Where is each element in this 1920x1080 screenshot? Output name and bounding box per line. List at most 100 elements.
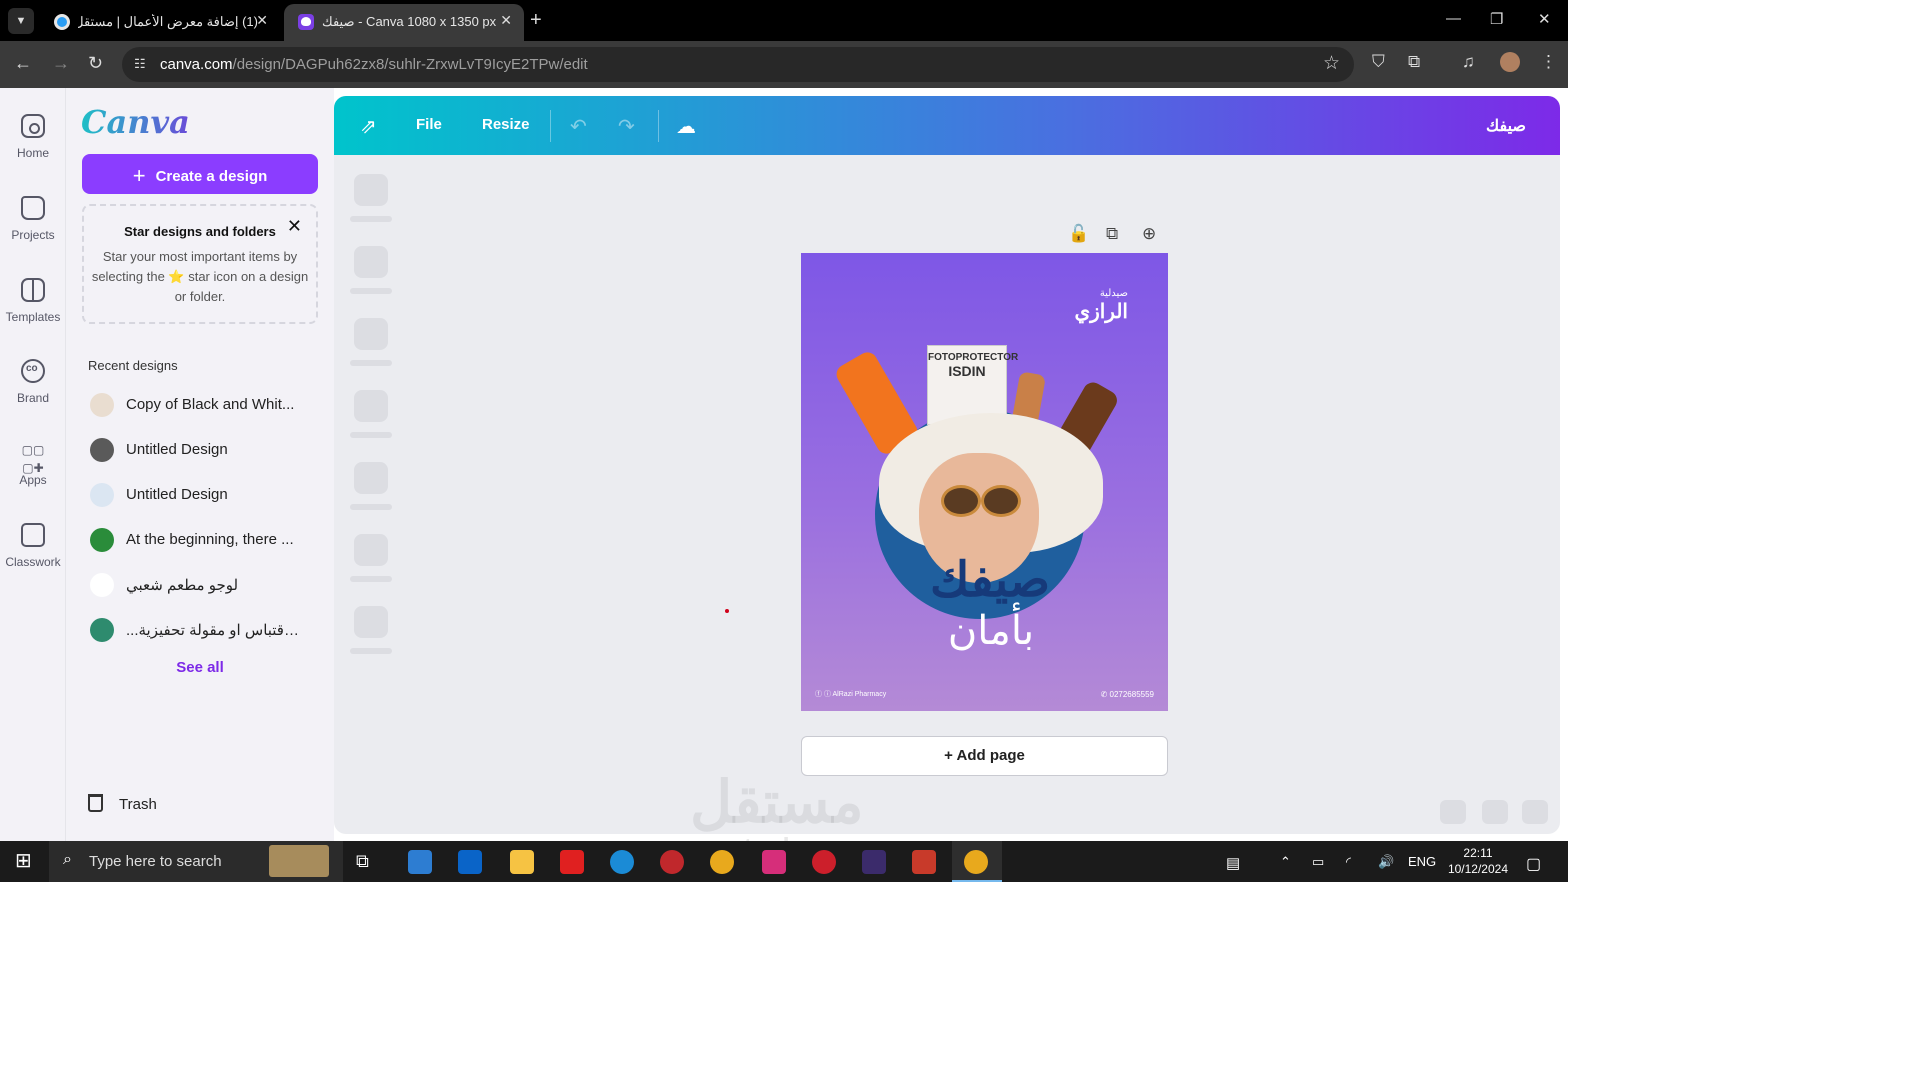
chrome-active-icon[interactable] — [964, 850, 988, 874]
resize-button[interactable]: Resize — [482, 116, 530, 133]
skeleton-button — [1522, 800, 1548, 824]
minimize-icon[interactable]: — — [1446, 10, 1461, 27]
browser-tab-mostaql[interactable]: (1) إضافة معرض الأعمال | مستقل ✕ — [40, 4, 280, 41]
skeleton-block — [354, 462, 388, 494]
create-design-button[interactable]: + Create a design — [82, 154, 318, 194]
canva-logo[interactable]: Canva — [81, 103, 190, 141]
undo-icon[interactable]: ↶ — [570, 114, 587, 139]
reload-icon[interactable]: ↻ — [88, 53, 103, 74]
divider — [658, 110, 659, 142]
duplicate-page-icon[interactable]: ⧉ — [1106, 224, 1118, 244]
rail-projects[interactable]: Projects — [0, 196, 66, 242]
task-view-icon[interactable]: ⧉ — [356, 851, 380, 875]
social-text: AlRazi Pharmacy — [832, 691, 887, 698]
design-thumbnail — [90, 528, 114, 552]
pharmacy-logo: صيدلية الرازي — [1074, 285, 1128, 322]
folder-icon — [21, 196, 45, 220]
search-placeholder: Type here to search — [89, 853, 222, 870]
red-dot-marker — [725, 609, 729, 613]
rail-label: Projects — [11, 228, 55, 242]
chrome-icon[interactable] — [710, 850, 734, 874]
rail-classwork[interactable]: Classwork — [0, 523, 66, 569]
design-title[interactable]: صيفك — [1486, 116, 1526, 136]
wifi-icon[interactable]: ◜ — [1346, 854, 1351, 870]
address-bar[interactable]: ☷ canva.com/design/DAGPuh62zx8/suhlr-Zrx… — [122, 47, 1354, 82]
design-thumbnail — [90, 438, 114, 462]
file-menu-button[interactable]: File — [416, 116, 442, 133]
list-item[interactable]: Untitled Design — [88, 481, 314, 526]
page-thumbnails-placeholder — [350, 174, 394, 678]
taskbar-search[interactable]: ⌕ Type here to search — [49, 841, 343, 882]
rail-home[interactable]: Home — [0, 114, 66, 160]
notifications-icon[interactable]: ▢ — [1526, 854, 1541, 874]
profile-avatar-icon[interactable] — [1500, 52, 1520, 72]
rail-label: Templates — [5, 310, 61, 324]
classwork-icon — [21, 523, 45, 547]
rail-brand[interactable]: Brand — [0, 359, 66, 405]
extensions-puzzle-icon[interactable]: ⧉ — [1408, 52, 1420, 72]
trash-icon — [88, 794, 103, 812]
rail-apps[interactable]: Apps — [0, 441, 66, 487]
restore-icon[interactable]: ❐ — [1490, 10, 1503, 28]
editor-header: ⇗ File Resize ↶ ↷ ☁ صيفك — [334, 96, 1560, 155]
new-tab-icon[interactable]: + — [530, 9, 542, 32]
media-app-icon[interactable] — [560, 850, 584, 874]
news-icon[interactable]: ▤ — [1226, 854, 1240, 872]
shield-extension-icon[interactable]: ⛉ — [1372, 52, 1385, 72]
bookmark-star-icon[interactable]: ☆ — [1323, 52, 1340, 75]
browser-tab-canva[interactable]: صيفك - Canva 1080 x 1350 px ✕ — [284, 4, 524, 41]
tab-title: صيفك - Canva 1080 x 1350 px — [322, 14, 497, 29]
list-item[interactable]: At the beginning, there ... — [88, 526, 314, 571]
browser-menu-icon[interactable]: ⋮ — [1540, 52, 1557, 72]
close-tab-icon[interactable]: ✕ — [500, 12, 512, 29]
forward-icon[interactable]: → — [52, 53, 70, 74]
skeleton-block — [354, 390, 388, 422]
list-item[interactable]: لوجو مطعم شعبي — [88, 571, 314, 616]
design-canvas[interactable]: صيدلية الرازي FOTOPROTECTOR ISDIN صيفك ب… — [801, 253, 1168, 711]
tip-title: Star designs and folders — [124, 224, 276, 239]
list-item[interactable]: Untitled Design — [88, 436, 314, 481]
cloud-saved-icon[interactable]: ☁ — [676, 114, 696, 139]
mostaql-favicon-icon — [54, 14, 70, 30]
back-icon[interactable]: ← — [14, 53, 32, 74]
battery-icon[interactable]: ▭ — [1312, 854, 1324, 870]
edge-icon[interactable] — [610, 850, 634, 874]
instagram-icon[interactable] — [762, 850, 786, 874]
skeleton-block — [354, 246, 388, 278]
media-controls-icon[interactable]: ♫ — [1462, 52, 1475, 72]
lock-icon[interactable]: 🔓 — [1068, 224, 1089, 244]
site-info-icon[interactable]: ☷ — [134, 56, 150, 72]
home-icon — [21, 114, 45, 138]
skeleton-line — [350, 432, 392, 438]
list-item[interactable]: Copy of Black and Whit... — [88, 391, 314, 436]
show-hidden-icons-icon[interactable]: ⌃ — [1280, 854, 1291, 870]
opera-icon[interactable] — [812, 850, 836, 874]
among-us-icon[interactable] — [912, 850, 936, 874]
game-app-icon[interactable] — [660, 850, 684, 874]
redo-icon[interactable]: ↷ — [618, 114, 635, 139]
open-external-icon[interactable]: ⇗ — [360, 114, 377, 139]
skeleton-block — [354, 534, 388, 566]
skeleton-line — [350, 288, 392, 294]
close-icon[interactable]: ✕ — [287, 216, 302, 237]
nox-icon[interactable] — [862, 850, 886, 874]
taskbar-clock[interactable]: 22:11 10/12/2024 — [1448, 845, 1508, 877]
tab-search-menu-button[interactable]: ▼ — [8, 8, 34, 34]
list-item[interactable]: ...ط لاقتباس او مقولة تحفيزية — [88, 616, 314, 661]
rail-templates[interactable]: Templates — [0, 278, 66, 324]
skeleton-line — [350, 360, 392, 366]
product-brand-text: ISDIN — [948, 363, 986, 379]
store-icon[interactable] — [408, 850, 432, 874]
recent-designs-heading: Recent designs — [88, 358, 178, 373]
volume-icon[interactable]: 🔊 — [1378, 854, 1394, 870]
language-indicator[interactable]: ENG — [1408, 854, 1436, 869]
windows-start-icon[interactable] — [15, 848, 34, 873]
file-explorer-icon[interactable] — [510, 850, 534, 874]
add-page-icon[interactable]: ⊕ — [1142, 224, 1156, 244]
see-all-link[interactable]: See all — [66, 659, 334, 676]
trash-link[interactable]: Trash — [88, 794, 157, 813]
outlook-icon[interactable] — [458, 850, 482, 874]
close-window-icon[interactable]: ✕ — [1538, 10, 1551, 28]
close-tab-icon[interactable]: ✕ — [256, 12, 268, 29]
apps-icon — [21, 441, 45, 465]
